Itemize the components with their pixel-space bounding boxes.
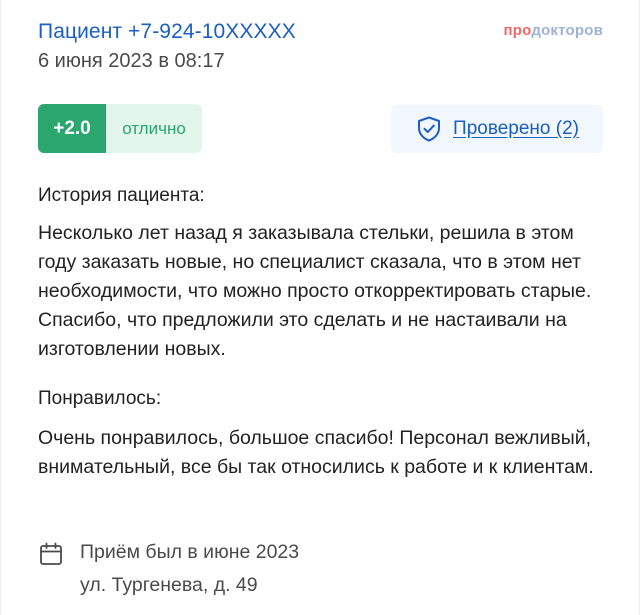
logo-part-doc: докторов bbox=[531, 22, 603, 39]
visit-date: Приём был в июне 2023 bbox=[80, 541, 300, 563]
logo-part-pro: про bbox=[503, 22, 532, 39]
verified-link[interactable]: Проверено (2) bbox=[453, 118, 579, 140]
review-header: Пациент +7-924-10XXXXX 6 июня 2023 в 08:… bbox=[38, 18, 603, 75]
review-card: Пациент +7-924-10XXXXX 6 июня 2023 в 08:… bbox=[0, 0, 640, 615]
liked-text: Очень понравилось, большое спасибо! Перс… bbox=[38, 427, 594, 478]
liked-title: Понравилось: bbox=[38, 388, 162, 409]
rating-row: +2.0 отлично Проверено (2) bbox=[38, 104, 603, 154]
verified-button[interactable]: Проверено (2) bbox=[391, 105, 603, 153]
shield-check-icon bbox=[415, 115, 443, 143]
visit-address: ул. Тургенева, д. 49 bbox=[80, 574, 258, 596]
rating-label: отлично bbox=[106, 104, 202, 153]
rating-badge: +2.0 отлично bbox=[38, 104, 202, 153]
review-date: 6 июня 2023 в 08:17 bbox=[38, 50, 225, 72]
history-title: История пациента: bbox=[38, 185, 205, 206]
history-text: Несколько лет назад я заказывала стельки… bbox=[38, 222, 592, 360]
prodoctorov-logo: продокторов bbox=[504, 22, 603, 39]
rating-score: +2.0 bbox=[38, 104, 106, 153]
calendar-icon bbox=[38, 541, 64, 572]
